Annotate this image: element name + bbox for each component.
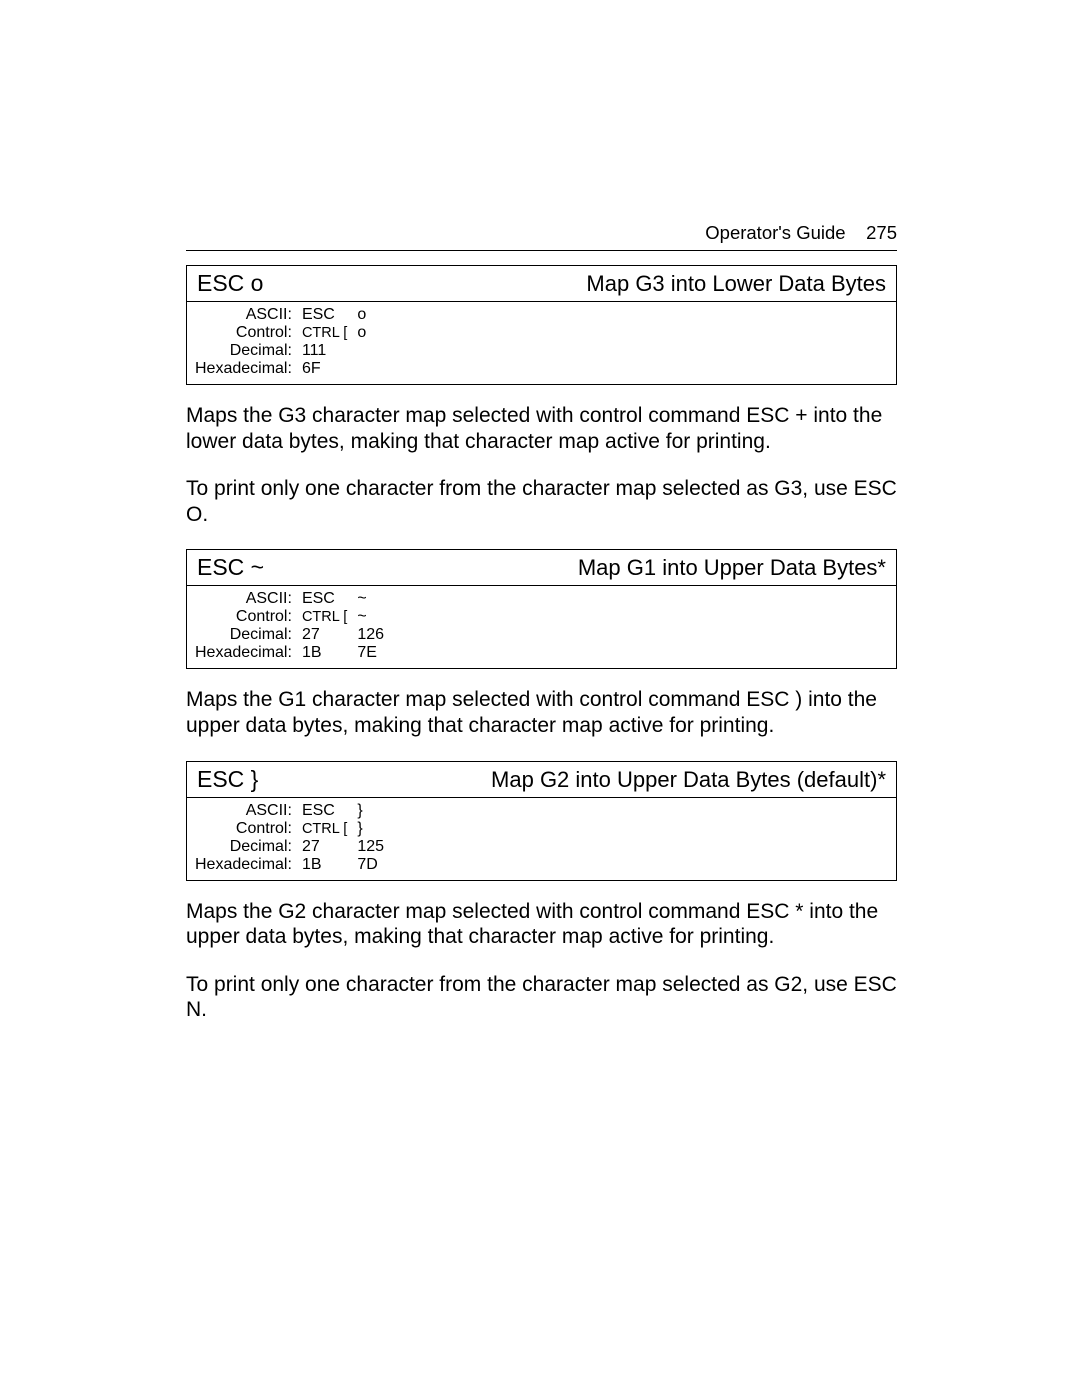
command-body: ASCII: ESC ~ Control: CTRL [ ~ Decimal: …	[187, 586, 896, 668]
row-label: ASCII:	[195, 802, 302, 820]
row-value: ESC	[302, 306, 357, 324]
description-paragraph: To print only one character from the cha…	[186, 972, 897, 1023]
row-value: 7E	[357, 644, 397, 662]
table-row: Decimal: 111	[195, 342, 397, 360]
row-label: ASCII:	[195, 306, 302, 324]
table-row: Control: CTRL [ o	[195, 324, 397, 342]
table-row: Decimal: 27 126	[195, 626, 397, 644]
running-head: Operator's Guide 275	[186, 222, 897, 244]
description-paragraph: Maps the G1 character map selected with …	[186, 687, 897, 738]
table-row: Decimal: 27 125	[195, 838, 397, 856]
table-row: Control: CTRL [ ~	[195, 608, 397, 626]
command-box: ESC ~ Map G1 into Upper Data Bytes* ASCI…	[186, 549, 897, 669]
page-number: 275	[866, 222, 897, 243]
row-label: Control:	[195, 820, 302, 838]
row-label: Control:	[195, 608, 302, 626]
row-value: 1B	[302, 856, 357, 874]
row-value: 6F	[302, 360, 357, 378]
table-row: Control: CTRL [ }	[195, 820, 397, 838]
row-value: CTRL [	[302, 324, 357, 342]
row-value: 1B	[302, 644, 357, 662]
row-value: 27	[302, 838, 357, 856]
command-name: ESC }	[197, 766, 258, 793]
row-label: Decimal:	[195, 626, 302, 644]
table-row: Hexadecimal: 1B 7D	[195, 856, 397, 874]
row-value: }	[357, 802, 397, 820]
table-row: ASCII: ESC o	[195, 306, 397, 324]
row-label: ASCII:	[195, 590, 302, 608]
table-row: Hexadecimal: 1B 7E	[195, 644, 397, 662]
command-name: ESC ~	[197, 554, 264, 581]
row-value: CTRL [	[302, 608, 357, 626]
row-value: ESC	[302, 590, 357, 608]
row-value: CTRL [	[302, 820, 357, 838]
command-title: Map G1 into Upper Data Bytes*	[578, 555, 886, 581]
row-label: Hexadecimal:	[195, 360, 302, 378]
row-label: Hexadecimal:	[195, 856, 302, 874]
doc-title: Operator's Guide	[705, 222, 845, 243]
row-value: 126	[357, 626, 397, 644]
row-label: Decimal:	[195, 342, 302, 360]
command-title: Map G2 into Upper Data Bytes (default)*	[491, 767, 886, 793]
row-value: ESC	[302, 802, 357, 820]
table-row: ASCII: ESC }	[195, 802, 397, 820]
row-value: o	[357, 324, 397, 342]
command-header: ESC } Map G2 into Upper Data Bytes (defa…	[187, 762, 896, 798]
header-rule	[186, 250, 897, 251]
command-box: ESC o Map G3 into Lower Data Bytes ASCII…	[186, 265, 897, 385]
encoding-table: ASCII: ESC ~ Control: CTRL [ ~ Decimal: …	[195, 590, 397, 662]
command-body: ASCII: ESC o Control: CTRL [ o Decimal: …	[187, 302, 896, 384]
row-value	[357, 342, 397, 360]
row-value: 125	[357, 838, 397, 856]
encoding-table: ASCII: ESC } Control: CTRL [ } Decimal: …	[195, 802, 397, 874]
row-label: Decimal:	[195, 838, 302, 856]
row-label: Control:	[195, 324, 302, 342]
description-paragraph: Maps the G3 character map selected with …	[186, 403, 897, 454]
description-paragraph: To print only one character from the cha…	[186, 476, 897, 527]
command-header: ESC o Map G3 into Lower Data Bytes	[187, 266, 896, 302]
row-value: 111	[302, 342, 357, 360]
command-box: ESC } Map G2 into Upper Data Bytes (defa…	[186, 761, 897, 881]
row-value	[357, 360, 397, 378]
row-value: 7D	[357, 856, 397, 874]
row-label: Hexadecimal:	[195, 644, 302, 662]
page-content: Operator's Guide 275 ESC o Map G3 into L…	[186, 222, 897, 1045]
row-value: 27	[302, 626, 357, 644]
row-value: o	[357, 306, 397, 324]
row-value: ~	[357, 590, 397, 608]
row-value: ~	[357, 608, 397, 626]
description-paragraph: Maps the G2 character map selected with …	[186, 899, 897, 950]
encoding-table: ASCII: ESC o Control: CTRL [ o Decimal: …	[195, 306, 397, 378]
row-value: }	[357, 820, 397, 838]
command-name: ESC o	[197, 270, 263, 297]
command-title: Map G3 into Lower Data Bytes	[586, 271, 886, 297]
table-row: ASCII: ESC ~	[195, 590, 397, 608]
command-header: ESC ~ Map G1 into Upper Data Bytes*	[187, 550, 896, 586]
table-row: Hexadecimal: 6F	[195, 360, 397, 378]
command-body: ASCII: ESC } Control: CTRL [ } Decimal: …	[187, 798, 896, 880]
